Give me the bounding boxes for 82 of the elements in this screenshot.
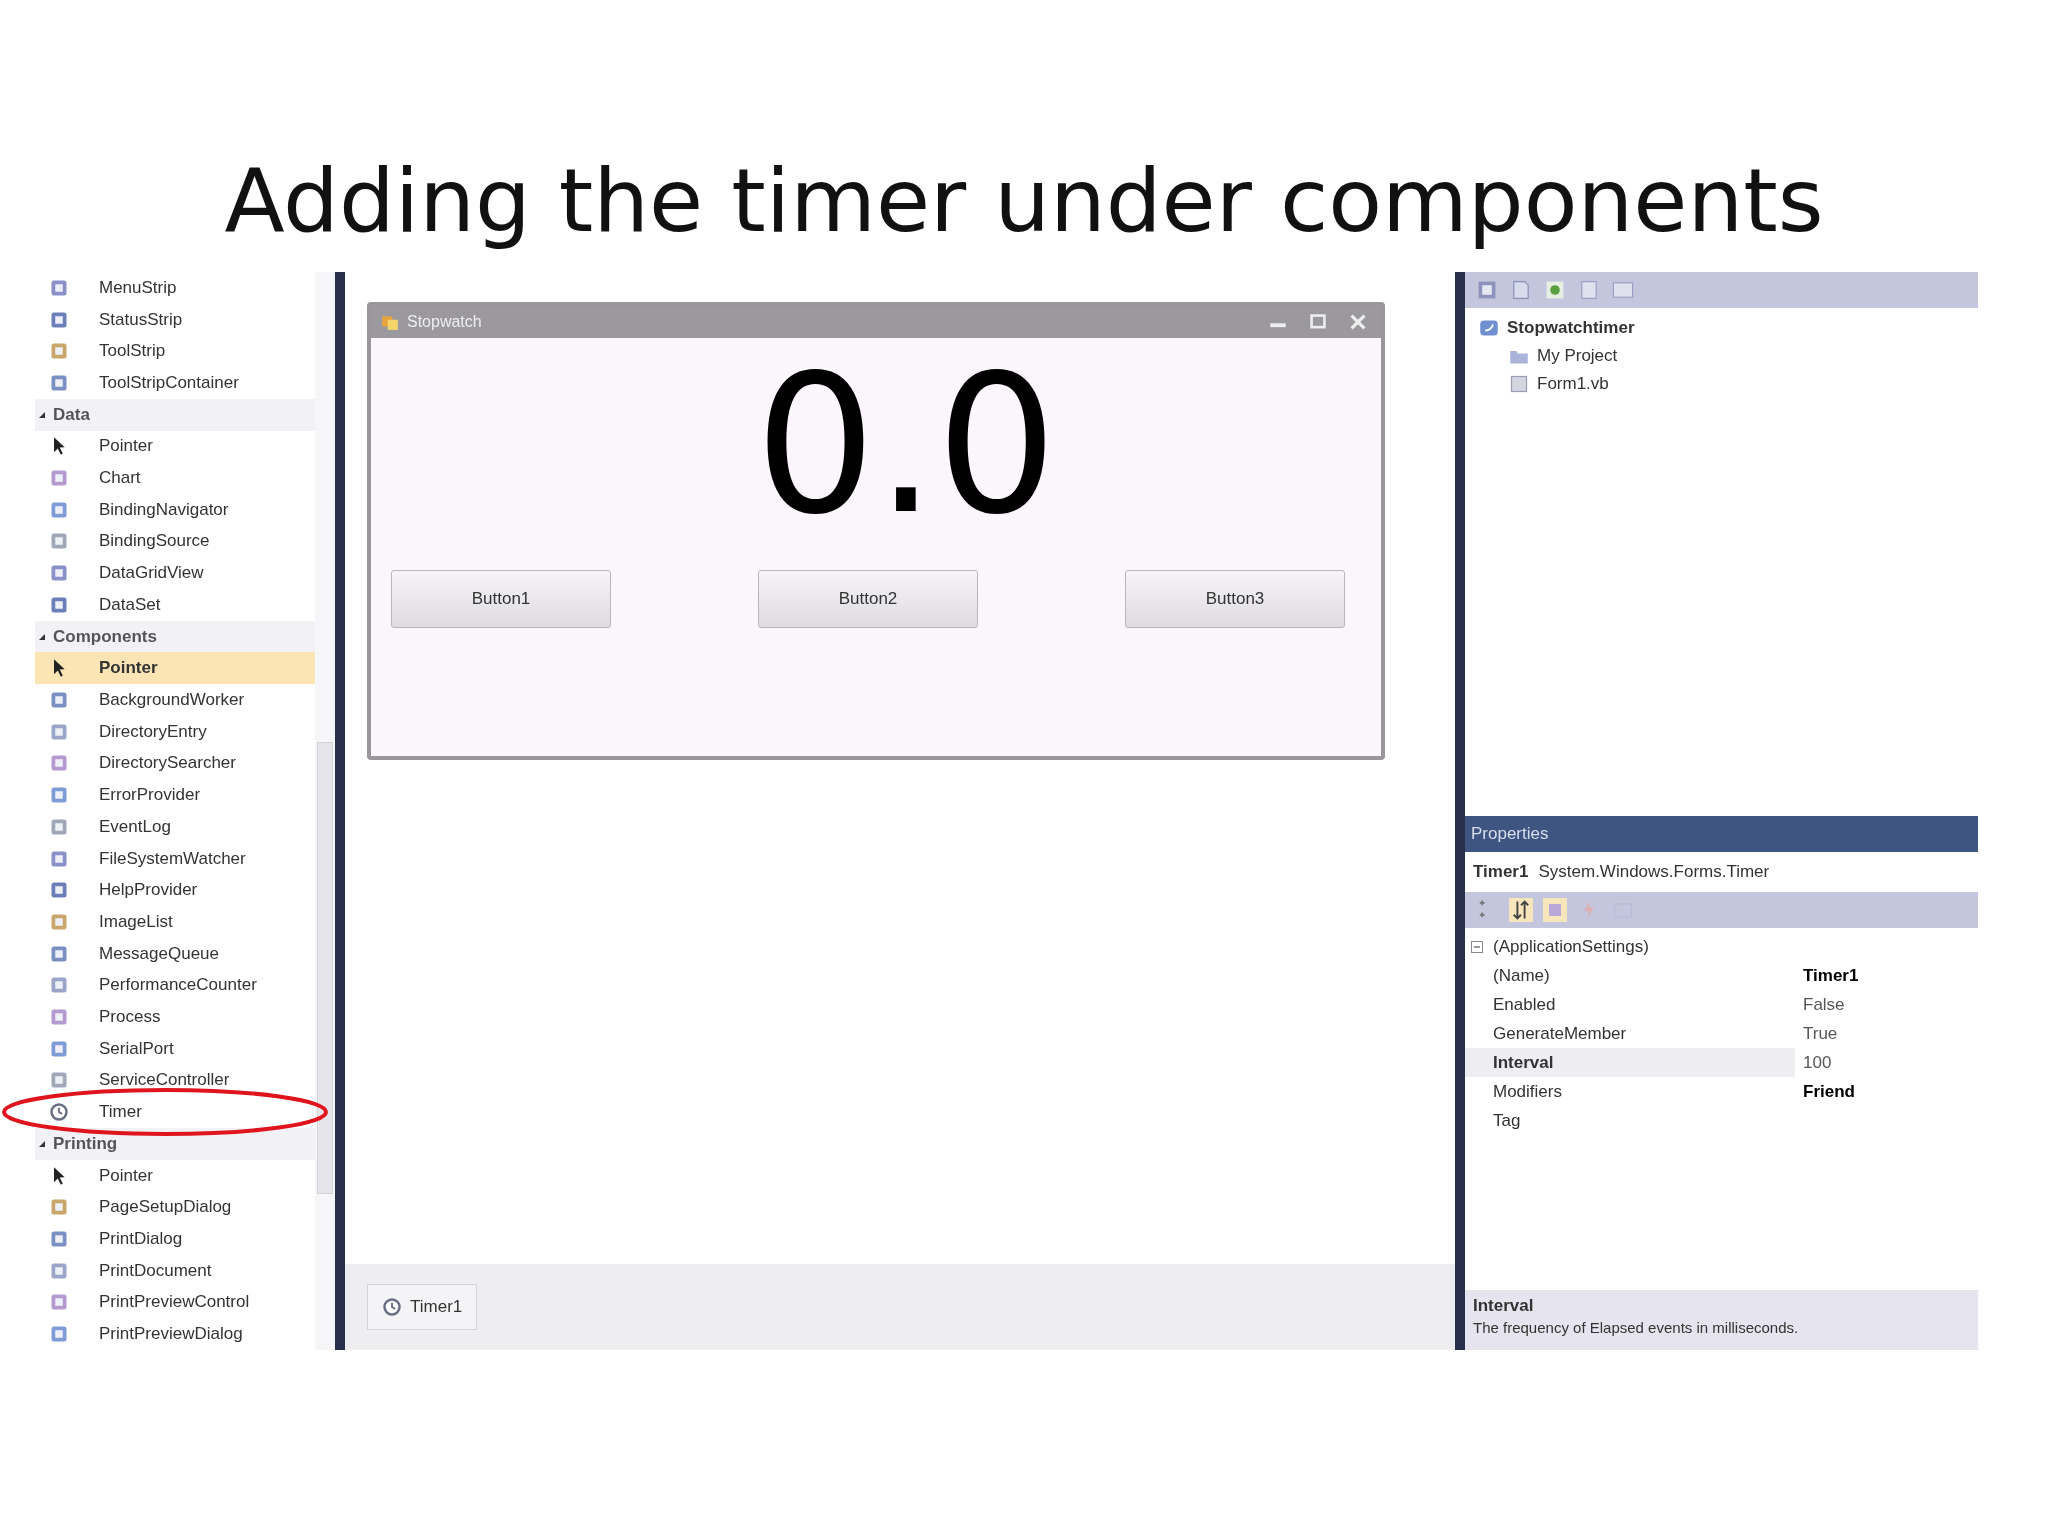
component-icon xyxy=(49,468,69,489)
toolbox-item[interactable]: ServiceController xyxy=(35,1064,315,1097)
component-icon xyxy=(49,975,69,996)
property-value[interactable]: 100 xyxy=(1803,1052,1832,1073)
component-icon xyxy=(49,690,69,710)
group-header[interactable]: Data xyxy=(35,398,315,431)
toolbox-item[interactable]: Chart xyxy=(35,462,315,494)
toolbox-item[interactable]: ImageList xyxy=(35,906,315,938)
properties-header: Properties xyxy=(1465,816,1978,852)
description-title: Interval xyxy=(1473,1296,1535,1316)
toolbox-item[interactable]: Process xyxy=(35,1001,315,1033)
solution-icon xyxy=(1479,318,1499,338)
tree-item[interactable]: Form1.vb xyxy=(1479,370,1978,398)
toolbox-item[interactable]: ToolStrip xyxy=(35,335,315,368)
toolbox-item[interactable]: PrintDocument xyxy=(35,1254,315,1287)
component-icon xyxy=(49,785,69,806)
document-icon xyxy=(1509,374,1529,394)
toolbox-item[interactable]: MenuStrip xyxy=(35,272,315,304)
clock-icon xyxy=(49,1102,69,1123)
property-name[interactable]: Modifiers xyxy=(1465,1077,1795,1106)
group-header[interactable]: Components xyxy=(35,620,315,653)
app-icon xyxy=(381,313,399,331)
component-icon xyxy=(49,1070,69,1091)
toolbox-item[interactable]: EventLog xyxy=(35,810,315,843)
component-icon xyxy=(49,341,69,362)
clock-icon xyxy=(382,1297,402,1317)
object-type: System.Windows.Forms.Timer xyxy=(1538,862,1770,882)
properties-icon[interactable] xyxy=(1543,898,1567,922)
component-icon xyxy=(49,563,69,584)
toolbox-item[interactable]: HelpProvider xyxy=(35,874,315,907)
toolbox-item[interactable]: StatusStrip xyxy=(35,303,315,336)
component-icon xyxy=(49,1007,69,1027)
toolbox-item[interactable]: SerialPort xyxy=(35,1032,315,1065)
toolbox-item[interactable]: DirectorySearcher xyxy=(35,747,315,780)
property-value[interactable]: False xyxy=(1803,994,1845,1015)
slide-title: Adding the timer under components xyxy=(224,149,1824,252)
toolbox-item[interactable]: PrintDialog xyxy=(35,1223,315,1255)
tree-item[interactable]: My Project xyxy=(1479,342,1978,370)
toolbox-item[interactable]: PerformanceCounter xyxy=(35,969,315,1002)
toolbox-item[interactable]: DataGridView xyxy=(35,557,315,590)
toolbox-item[interactable]: BackgroundWorker xyxy=(35,684,315,716)
description-text: The frequency of Elapsed events in milliseconds. xyxy=(1473,1319,1800,1336)
toolbox-item[interactable]: Pointer xyxy=(35,430,315,463)
toolbox-item[interactable]: Pointer xyxy=(35,652,315,685)
toolbox-item[interactable]: ToolStripContainer xyxy=(35,367,315,399)
collapse-icon[interactable] xyxy=(1471,940,1483,953)
component-chip[interactable]: Timer1 xyxy=(367,1284,478,1330)
form-button[interactable]: Button1 xyxy=(391,570,611,628)
toolbox-item[interactable]: ErrorProvider xyxy=(35,779,315,811)
toolbox-item[interactable]: BindingSource xyxy=(35,525,315,558)
component-icon xyxy=(49,753,69,774)
component-icon xyxy=(49,880,69,901)
toolbox-item[interactable]: PageSetupDialog xyxy=(35,1191,315,1224)
component-icon xyxy=(49,531,69,552)
window-title: Stopwatch xyxy=(407,313,483,331)
toolbox-item[interactable]: DirectoryEntry xyxy=(35,715,315,748)
object-name: Timer1 xyxy=(1473,862,1529,882)
property-value[interactable]: Friend xyxy=(1803,1081,1855,1102)
property-name[interactable]: Tag xyxy=(1465,1106,1795,1135)
toolbox-item[interactable]: PrintPreviewControl xyxy=(35,1286,315,1319)
property-name[interactable]: Interval xyxy=(1465,1048,1795,1077)
toolbox-item[interactable]: BindingNavigator xyxy=(35,493,315,526)
component-icon xyxy=(49,1197,69,1218)
form-button[interactable]: Button2 xyxy=(758,570,978,628)
property-name[interactable]: Enabled xyxy=(1465,990,1795,1019)
form-button[interactable]: Button3 xyxy=(1125,570,1345,628)
property-name[interactable]: GenerateMember xyxy=(1465,1019,1795,1048)
category-label: (ApplicationSettings) xyxy=(1493,936,1649,957)
time-label: 0.0 xyxy=(754,346,1058,546)
property-name[interactable]: (Name) xyxy=(1465,961,1795,990)
property-value[interactable]: True xyxy=(1803,1023,1838,1044)
toolbox-item[interactable]: FileSystemWatcher xyxy=(35,842,315,875)
scrollbar[interactable] xyxy=(315,272,335,1350)
toolbox-item[interactable]: PrintPreviewDialog xyxy=(35,1318,315,1350)
toolbox-item[interactable]: DataSet xyxy=(35,589,315,621)
tree-item[interactable]: Stopwatchtimer xyxy=(1479,314,1978,342)
sort-icon[interactable] xyxy=(1509,898,1533,922)
component-icon xyxy=(49,1292,69,1313)
toolbox-item[interactable]: Pointer xyxy=(35,1159,315,1192)
toolbox-item[interactable]: MessageQueue xyxy=(35,937,315,970)
property-value[interactable]: Timer1 xyxy=(1803,965,1859,986)
component-icon xyxy=(49,1324,69,1345)
